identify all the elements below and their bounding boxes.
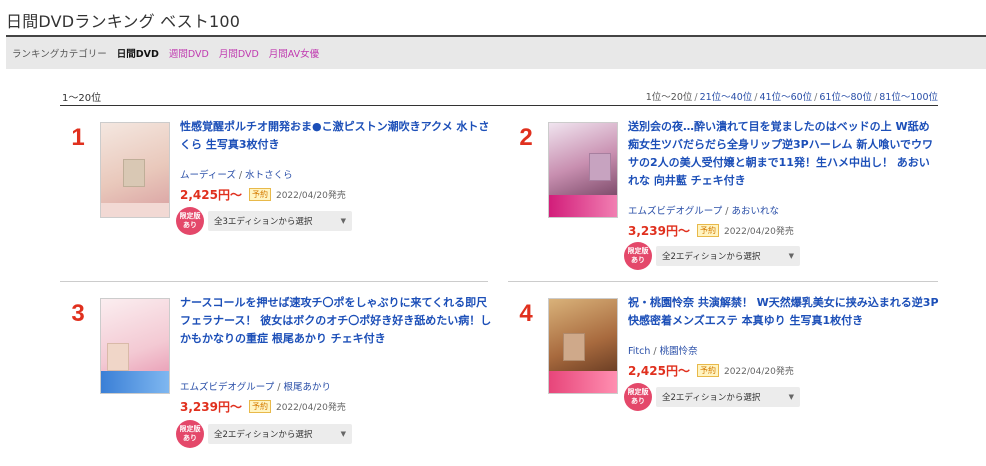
pager-link-61-80[interactable]: 61位〜80位 [819, 92, 872, 103]
limited-edition-badge: 限定版 あり [624, 383, 652, 411]
edition-select[interactable]: 全3エディションから選択 ▼ [208, 211, 352, 231]
product-title[interactable]: 送別会の夜…酔い潰れて目を覚ましたのはベッドの上 W舐め痴女生ツバだらだら全身リ… [628, 118, 940, 190]
chevron-down-icon: ▼ [788, 393, 794, 401]
actress-link[interactable]: あおいれな [731, 206, 779, 217]
chevron-down-icon: ▼ [340, 217, 346, 225]
cover-banner [549, 371, 617, 393]
ranking-item: 4 祝・桃園怜奈 共演解禁！ W天然爆乳美女に挟み込まれる逆3P快感密着メンズエ… [508, 294, 948, 454]
pager-link-81-100[interactable]: 81位〜100位 [879, 92, 938, 103]
maker-link[interactable]: Fitch [628, 346, 650, 357]
rank-number: 4 [519, 300, 533, 327]
edition-select[interactable]: 全2エディションから選択 ▼ [656, 246, 800, 266]
category-weekly-dvd[interactable]: 週間DVD [169, 46, 209, 60]
edition-select-label: 全3エディションから選択 [214, 217, 313, 227]
edition-select-label: 全2エディションから選択 [214, 430, 313, 440]
product-thumbnail[interactable] [548, 122, 618, 218]
list-header: 1〜20位 1位〜20位/21位〜40位/41位〜60位/61位〜80位/81位… [60, 86, 938, 106]
preorder-badge: 予約 [248, 400, 271, 413]
edition-row: 限定版 あり 全3エディションから選択 ▼ [176, 207, 352, 235]
pager-link-41-60[interactable]: 41位〜60位 [759, 92, 812, 103]
maker-link[interactable]: エムズビデオグループ [180, 382, 274, 393]
product-meta: Fitch / 桃園怜奈 [628, 346, 698, 357]
ranking-item: 1 性感覚醒ポルチオ開発おま●こ激ピストン潮吹きアクメ 水トさくら 生写真3枚付… [60, 118, 500, 278]
product-title[interactable]: 祝・桃園怜奈 共演解禁！ W天然爆乳美女に挟み込まれる逆3P快感密着メンズエステ… [628, 294, 940, 330]
limited-edition-badge: 限定版 あり [624, 242, 652, 270]
limited-edition-badge: 限定版 あり [176, 420, 204, 448]
maker-link[interactable]: ムーディーズ [180, 170, 236, 181]
mosaic-patch [563, 333, 585, 361]
product-thumbnail[interactable] [548, 298, 618, 394]
price: 3,239円〜 [180, 400, 242, 414]
limited-edition-badge: 限定版 あり [176, 207, 204, 235]
mosaic-patch [107, 343, 129, 371]
row-divider [508, 281, 938, 282]
row-divider [60, 281, 488, 282]
maker-link[interactable]: エムズビデオグループ [628, 206, 722, 217]
edition-row: 限定版 あり 全2エディションから選択 ▼ [624, 383, 800, 411]
product-meta: エムズビデオグループ / あおいれな [628, 206, 779, 217]
mosaic-patch [589, 153, 611, 181]
price: 2,425円〜 [628, 364, 690, 378]
cover-banner [101, 203, 169, 217]
category-monthly-actress[interactable]: 月間AV女優 [269, 46, 319, 60]
preorder-badge: 予約 [696, 224, 719, 237]
price-row: 2,425円〜 予約 2022/04/20発売 [628, 362, 794, 379]
edition-select[interactable]: 全2エディションから選択 ▼ [208, 424, 352, 444]
edition-row: 限定版 あり 全2エディションから選択 ▼ [624, 242, 800, 270]
mosaic-patch [123, 159, 145, 187]
pager-current: 1位〜20位 [645, 92, 693, 103]
rank-number: 2 [519, 124, 533, 151]
release-date: 2022/04/20発売 [723, 367, 794, 377]
product-title[interactable]: 性感覚醒ポルチオ開発おま●こ激ピストン潮吹きアクメ 水トさくら 生写真3枚付き [180, 118, 492, 154]
category-bar: ランキングカテゴリー 日間DVD 週間DVD 月間DVD 月間AV女優 [6, 37, 986, 69]
release-date: 2022/04/20発売 [275, 403, 346, 413]
product-meta: エムズビデオグループ / 根尾あかり [180, 382, 331, 393]
product-thumbnail[interactable] [100, 298, 170, 394]
product-title[interactable]: ナースコールを押せば速攻チ〇ポをしゃぶりに来てくれる即尺フェラナース！ 彼女はボ… [180, 294, 492, 348]
edition-row: 限定版 あり 全2エディションから選択 ▼ [176, 420, 352, 448]
actress-link[interactable]: 桃園怜奈 [660, 346, 698, 357]
chevron-down-icon: ▼ [788, 252, 794, 260]
price-row: 3,239円〜 予約 2022/04/20発売 [180, 398, 346, 415]
product-meta: ムーディーズ / 水トさくら [180, 170, 293, 181]
category-daily-dvd[interactable]: 日間DVD [117, 46, 159, 60]
edition-select[interactable]: 全2エディションから選択 ▼ [656, 387, 800, 407]
cover-banner [549, 195, 617, 217]
chevron-down-icon: ▼ [340, 430, 346, 438]
actress-link[interactable]: 根尾あかり [283, 382, 331, 393]
current-range: 1〜20位 [62, 93, 102, 104]
price-row: 3,239円〜 予約 2022/04/20発売 [628, 222, 794, 239]
preorder-badge: 予約 [696, 364, 719, 377]
preorder-badge: 予約 [248, 188, 271, 201]
actress-link[interactable]: 水トさくら [245, 170, 293, 181]
release-date: 2022/04/20発売 [723, 227, 794, 237]
product-thumbnail[interactable] [100, 122, 170, 218]
category-label: ランキングカテゴリー [12, 49, 107, 60]
edition-select-label: 全2エディションから選択 [662, 252, 761, 262]
ranking-item: 2 送別会の夜…酔い潰れて目を覚ましたのはベッドの上 W舐め痴女生ツバだらだら全… [508, 118, 948, 278]
price: 2,425円〜 [180, 188, 242, 202]
page-title: 日間DVDランキング ベスト100 [6, 12, 241, 31]
edition-select-label: 全2エディションから選択 [662, 393, 761, 403]
release-date: 2022/04/20発売 [275, 191, 346, 201]
ranking-item: 3 ナースコールを押せば速攻チ〇ポをしゃぶりに来てくれる即尺フェラナース！ 彼女… [60, 294, 500, 454]
cover-banner [101, 371, 169, 393]
rank-number: 3 [71, 300, 85, 327]
category-monthly-dvd[interactable]: 月間DVD [219, 46, 259, 60]
pager-link-21-40[interactable]: 21位〜40位 [700, 92, 753, 103]
price: 3,239円〜 [628, 224, 690, 238]
price-row: 2,425円〜 予約 2022/04/20発売 [180, 186, 346, 203]
rank-number: 1 [71, 124, 85, 151]
rank-pager: 1位〜20位/21位〜40位/41位〜60位/61位〜80位/81位〜100位 [645, 92, 938, 103]
